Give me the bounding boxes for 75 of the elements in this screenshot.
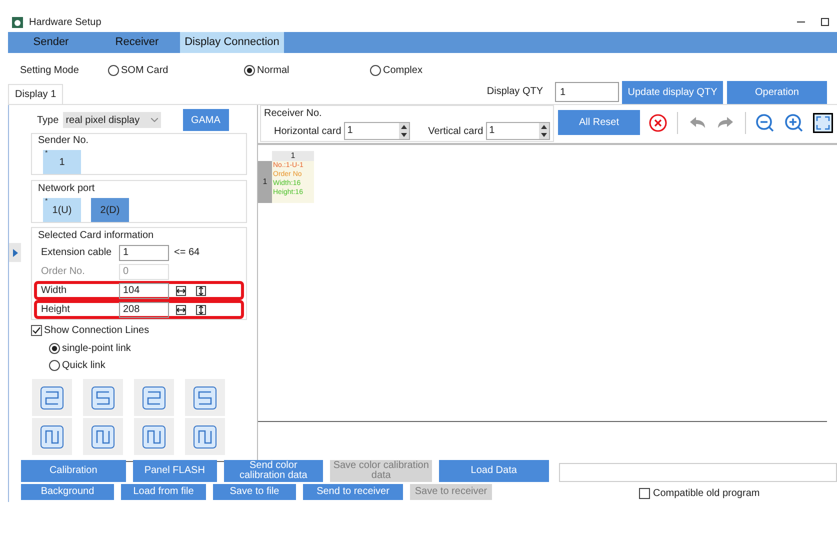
action-button[interactable]: Panel FLASH (132, 460, 217, 482)
action-button[interactable]: Background (21, 484, 114, 500)
setting-mode-label: Setting Mode (20, 64, 80, 78)
gama-button[interactable]: GAMA (182, 109, 229, 131)
checkbox[interactable] (639, 488, 650, 498)
vertical-card-spinner[interactable]: 1 (486, 122, 550, 140)
radio-label: Normal (257, 64, 290, 78)
radio-button[interactable] (49, 360, 60, 371)
delete-icon[interactable] (648, 112, 668, 132)
type-label: Type (37, 114, 59, 128)
zoom-out-icon[interactable] (755, 112, 775, 132)
field-label: Order No. (41, 265, 86, 279)
column-header: 1 (272, 151, 314, 161)
zoom-in-icon[interactable] (784, 112, 804, 132)
display-qty-field[interactable]: 1 (555, 82, 619, 102)
group-title: Receiver No. (264, 107, 323, 121)
app-icon (12, 16, 23, 28)
group-title: Selected Card information (38, 229, 155, 243)
checkbox-label: Show Connection Lines (44, 324, 150, 338)
type-dropdown[interactable]: real pixel display (62, 112, 161, 128)
group-title: Network port (38, 182, 96, 196)
port-button[interactable]: 2(D) (91, 198, 129, 222)
fit-width-icon[interactable] (176, 304, 186, 314)
input-field[interactable]: 1 (119, 244, 169, 260)
action-button[interactable]: Load Data (439, 460, 549, 482)
action-button[interactable]: Save to file (213, 484, 296, 500)
horizontal-card-label: Horizontal card (274, 124, 342, 138)
z-route-icon[interactable] (185, 379, 225, 416)
operation-button[interactable]: Operation (727, 81, 827, 104)
radio-label: SOM Card (121, 64, 168, 78)
fit-height-icon[interactable] (196, 304, 206, 314)
display-qty-label: Display QTY (486, 85, 543, 99)
display-tab[interactable]: Display 1 (8, 84, 64, 104)
s-route-icon[interactable] (32, 379, 72, 416)
field-label: Width (41, 284, 68, 298)
text-field[interactable] (558, 463, 837, 482)
action-button[interactable]: Load from file (121, 484, 206, 500)
field-label: Height (41, 303, 71, 317)
expand-tab[interactable] (9, 243, 21, 262)
input-field[interactable]: 208 (119, 302, 169, 318)
radio-button[interactable] (244, 64, 255, 76)
vertical-card-label: Vertical card (428, 124, 484, 138)
action-button[interactable]: Calibration (21, 460, 126, 482)
triangle-right-icon (12, 248, 18, 256)
limit-text: <= 64 (174, 246, 200, 260)
fit-screen-icon[interactable] (813, 112, 833, 132)
radio-button[interactable] (370, 64, 381, 76)
update-display-qty-button[interactable]: Update display QTY (622, 81, 723, 104)
window-title: Hardware Setup (29, 16, 102, 30)
row-header: 1 (258, 161, 272, 203)
input-field[interactable]: 104 (119, 282, 169, 298)
z-route-icon[interactable] (83, 379, 123, 416)
u-route-icon[interactable] (134, 418, 174, 455)
field-label: Extension cable (41, 246, 113, 260)
chevron-down-icon (150, 118, 158, 122)
u-route-icon[interactable] (83, 418, 123, 455)
radio-label: single-point link (62, 342, 131, 356)
u-route-icon[interactable] (185, 418, 225, 455)
group-title: Sender No. (38, 134, 90, 148)
maximize-icon[interactable] (821, 18, 829, 26)
s-route-icon[interactable] (134, 379, 174, 416)
fit-width-icon[interactable] (176, 286, 186, 296)
radio-button[interactable] (49, 343, 60, 354)
u-route-icon[interactable] (32, 418, 72, 455)
tab[interactable]: Display Connection (180, 32, 284, 53)
radio-label: Quick link (62, 359, 106, 373)
action-button[interactable]: Send to receiver (303, 484, 403, 500)
radio-button[interactable] (108, 64, 119, 76)
checkbox[interactable] (31, 325, 42, 336)
radio-label: Complex (383, 64, 422, 78)
all-reset-button[interactable]: All Reset (558, 110, 640, 135)
horizontal-card-spinner[interactable]: 1 (344, 122, 410, 140)
fit-height-icon[interactable] (196, 286, 206, 296)
checkbox-label: Compatible old program (653, 486, 760, 500)
action-button[interactable]: Send color calibration data (224, 460, 324, 482)
